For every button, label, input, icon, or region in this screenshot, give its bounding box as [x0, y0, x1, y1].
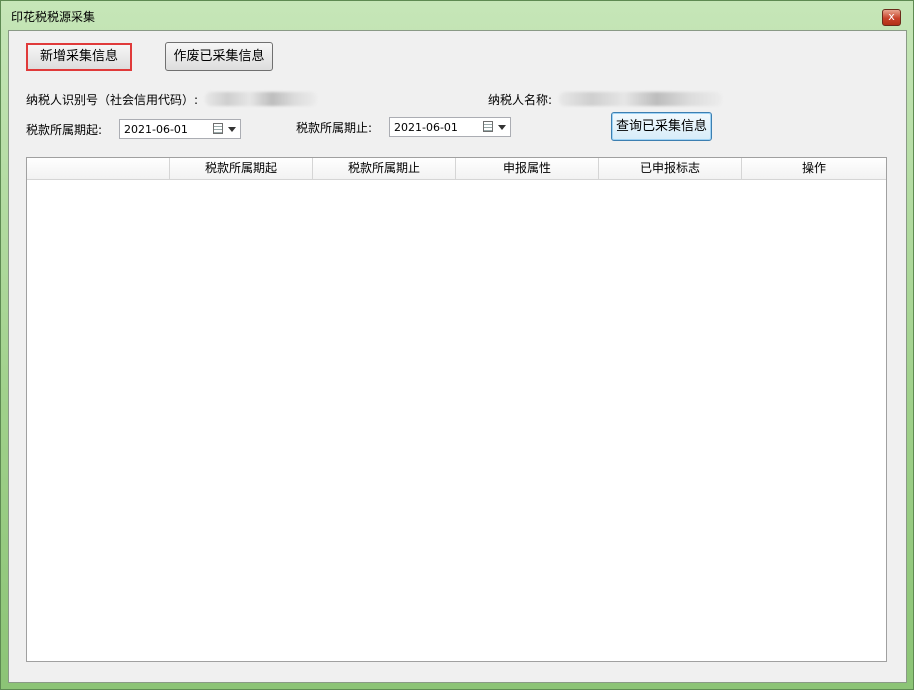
main-window: 印花税税源采集 x 新增采集信息 作废已采集信息 纳税人识别号（社会信用代码）:… [0, 0, 914, 690]
taxpayer-id-label: 纳税人识别号（社会信用代码）: [26, 93, 199, 107]
calendar-icon[interactable] [213, 123, 223, 134]
column-header-period-start[interactable]: 税款所属期起 [170, 158, 313, 179]
table-header: 税款所属期起 税款所属期止 申报属性 已申报标志 操作 [27, 158, 886, 180]
column-header-declare-attr[interactable]: 申报属性 [456, 158, 599, 179]
void-collection-button[interactable]: 作废已采集信息 [165, 42, 273, 71]
period-end-value: 2021-06-01 [394, 121, 458, 134]
chevron-down-icon[interactable] [498, 125, 506, 130]
calendar-icon[interactable] [483, 121, 493, 132]
column-header-declared-flag[interactable]: 已申报标志 [599, 158, 742, 179]
add-collection-button[interactable]: 新增采集信息 [26, 43, 132, 71]
close-icon: x [888, 10, 895, 23]
period-end-picker[interactable]: 2021-06-01 [389, 117, 511, 137]
taxpayer-name-redacted [559, 92, 722, 106]
close-button[interactable]: x [882, 9, 901, 26]
period-start-label: 税款所属期起: [26, 123, 103, 137]
chevron-down-icon[interactable] [228, 127, 236, 132]
taxpayer-id-redacted [205, 92, 317, 106]
client-area: 新增采集信息 作废已采集信息 纳税人识别号（社会信用代码）: 纳税人名称: 税款… [8, 30, 907, 683]
column-header-period-end[interactable]: 税款所属期止 [313, 158, 456, 179]
collection-table: 税款所属期起 税款所属期止 申报属性 已申报标志 操作 [26, 157, 887, 662]
period-end-label: 税款所属期止: [296, 121, 373, 135]
taxpayer-name-label: 纳税人名称: [488, 93, 553, 107]
title-bar[interactable]: 印花税税源采集 x [1, 1, 913, 29]
column-header-index[interactable] [27, 158, 170, 179]
column-header-operation[interactable]: 操作 [742, 158, 886, 179]
query-collection-button[interactable]: 查询已采集信息 [611, 112, 712, 141]
period-start-value: 2021-06-01 [124, 123, 188, 136]
period-start-picker[interactable]: 2021-06-01 [119, 119, 241, 139]
window-title: 印花税税源采集 [11, 10, 96, 24]
